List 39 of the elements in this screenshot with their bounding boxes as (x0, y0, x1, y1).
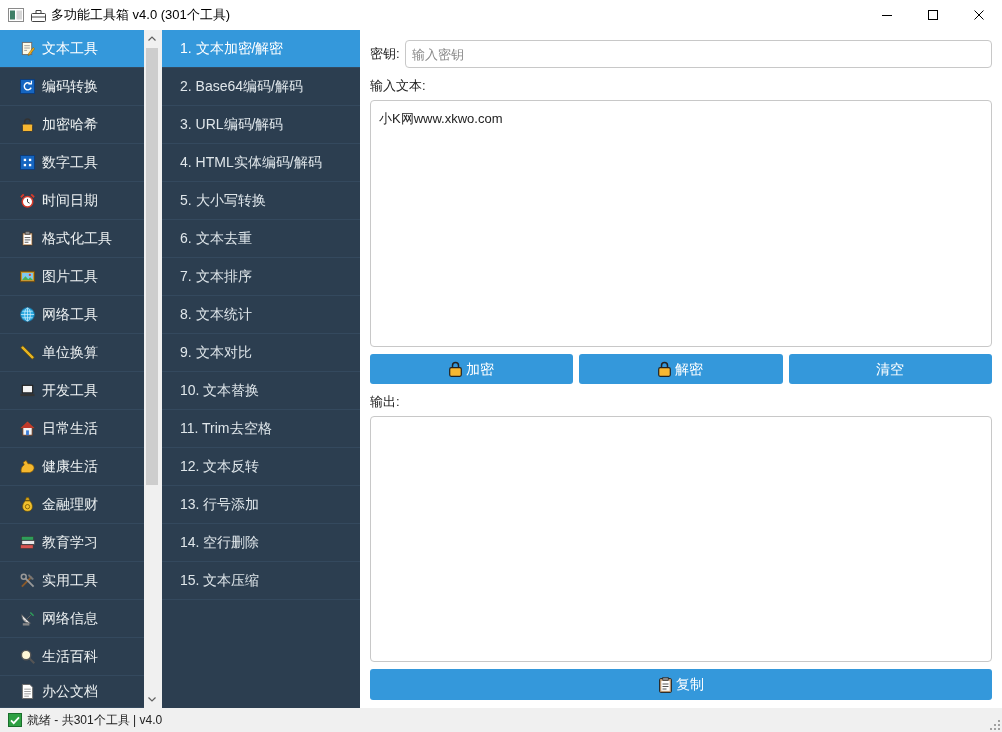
key-input[interactable]: 输入密钥 (404, 40, 992, 68)
picture-icon (20, 269, 35, 284)
output-textarea[interactable] (370, 416, 992, 662)
satellite-dish-icon (20, 611, 35, 626)
field-label: 输入文本: (370, 78, 426, 94)
refresh-icon (20, 79, 35, 94)
clipboard-icon (20, 231, 35, 246)
lock-icon (20, 117, 35, 132)
magnifier-icon (20, 649, 35, 664)
notepad-icon (20, 41, 35, 56)
field-label: 输出: (370, 394, 400, 410)
clipboard-icon (658, 676, 672, 693)
laptop-icon (20, 383, 35, 398)
lock-icon (449, 361, 463, 377)
books-icon (20, 535, 35, 550)
window-title: 多功能工具箱 v4.0 (301个工具) (51, 6, 231, 25)
close-icon (974, 10, 984, 20)
checkmark-icon (8, 713, 22, 727)
minimize-icon (882, 14, 892, 16)
toolbox-icon (31, 8, 46, 22)
field-label: 密钥: (370, 45, 400, 64)
ruler-icon (20, 345, 35, 360)
scrollbar-thumb[interactable] (146, 48, 158, 485)
money-bag-icon (20, 497, 35, 512)
document-icon (20, 684, 35, 699)
tools-icon (20, 573, 35, 588)
alarm-clock-icon (20, 193, 35, 208)
flexed-arm-icon (20, 459, 35, 474)
maximize-icon (928, 10, 938, 20)
globe-icon (20, 307, 35, 322)
house-icon (20, 421, 35, 436)
resize-grip-icon (990, 720, 1000, 730)
chevron-up-icon (148, 36, 156, 41)
window-icon (8, 8, 24, 22)
keypad-icon (20, 155, 35, 170)
chevron-down-icon (148, 697, 156, 702)
lock-icon (658, 361, 672, 377)
input-textarea[interactable]: 小K网www.xkwo.com (370, 100, 992, 347)
status-text: 就绪 - 共301个工具 | v4.0 (27, 712, 163, 729)
